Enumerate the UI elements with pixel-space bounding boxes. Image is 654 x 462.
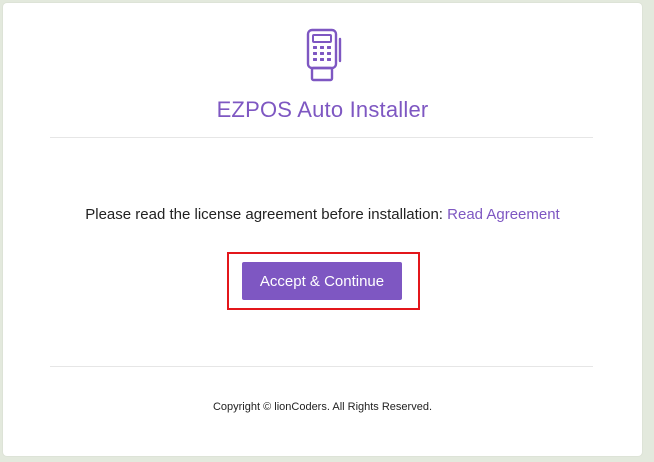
license-notice: Please read the license agreement before… xyxy=(3,206,642,223)
footer-divider xyxy=(50,366,593,367)
copyright-text: Copyright © lionCoders. All Rights Reser… xyxy=(212,401,433,413)
header-divider xyxy=(50,137,593,138)
app-title: EZPOS Auto Installer xyxy=(216,97,429,122)
installer-card: EZPOS Auto Installer Please read the lic… xyxy=(3,3,642,456)
license-prompt: Please read the license agreement before… xyxy=(85,206,443,223)
accept-continue-button[interactable]: Accept & Continue xyxy=(242,262,402,300)
read-agreement-link[interactable]: Read Agreement xyxy=(447,206,560,223)
pos-terminal-icon xyxy=(306,28,342,82)
